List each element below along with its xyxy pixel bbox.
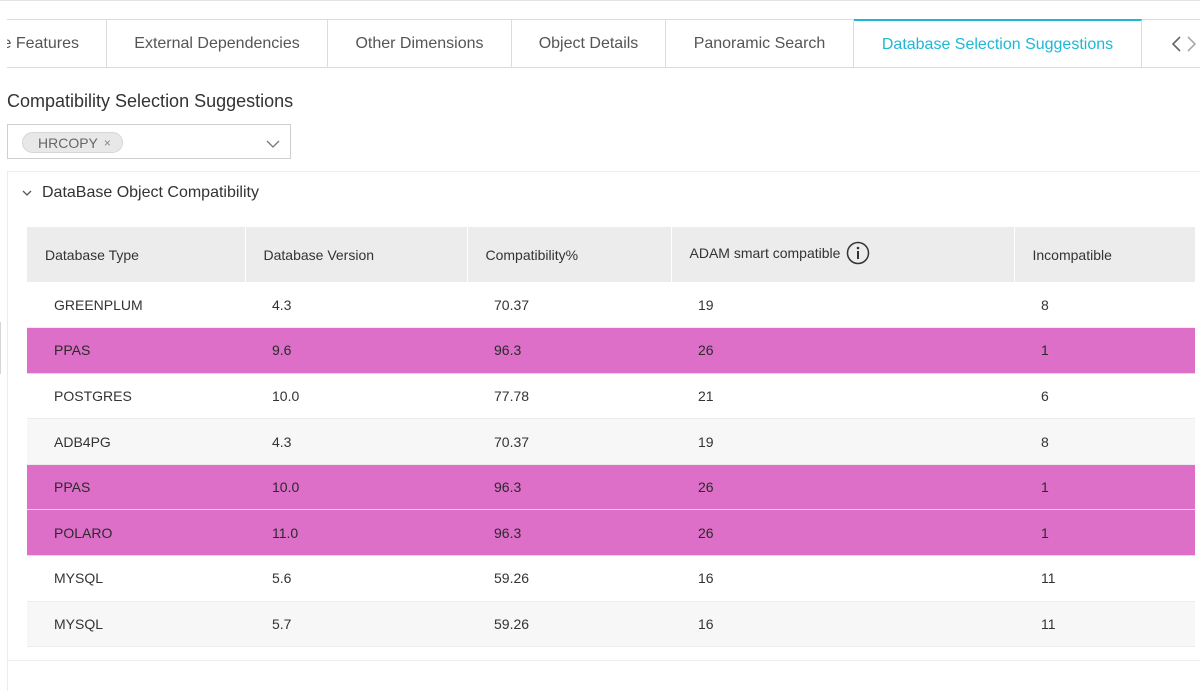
cell-compatibility: 70.37 (467, 282, 671, 329)
cell-adam-smart-compatible: 26 (671, 327, 1014, 374)
tab-label: Panoramic Search (693, 34, 826, 52)
table-row[interactable]: PPAS 10.0 96.3 26 1 (27, 464, 1195, 511)
tab-label: Database Selection Suggestions (881, 35, 1114, 53)
cell-incompatible: 6 (1014, 373, 1195, 420)
header-database-type: Database Type (27, 227, 246, 282)
cell-database-version: 5.6 (245, 555, 467, 602)
cell-incompatible: 1 (1014, 509, 1195, 557)
table-row[interactable]: MYSQL 5.6 59.26 16 11 (27, 555, 1195, 602)
table-row[interactable]: POSTGRES 10.0 77.78 21 6 (27, 373, 1195, 420)
cell-database-type: ADB4PG (27, 418, 245, 465)
tab-external-dependencies[interactable]: External Dependencies (107, 19, 328, 67)
tab-label: Other Dimensions (355, 34, 484, 52)
left-edge-marker (0, 322, 1, 374)
table-row[interactable]: ADB4PG 4.3 70.37 19 8 (27, 418, 1195, 465)
bottom-divider (7, 660, 1200, 661)
chevron-down-icon[interactable] (266, 136, 280, 154)
tab-features[interactable]: e Features (7, 19, 107, 67)
panel-header[interactable]: DataBase Object Compatibility (22, 184, 259, 202)
cell-compatibility: 96.3 (467, 464, 671, 511)
cell-compatibility: 96.3 (467, 327, 671, 374)
database-select[interactable]: HRCOPY × (7, 124, 291, 159)
cell-adam-smart-compatible: 19 (671, 282, 1014, 329)
cell-adam-smart-compatible: 16 (671, 555, 1014, 602)
info-icon[interactable] (846, 241, 870, 268)
cell-compatibility: 96.3 (467, 509, 671, 557)
header-adam-label: ADAM smart compatible (689, 245, 841, 262)
cell-adam-smart-compatible: 26 (671, 509, 1014, 557)
cell-compatibility: 70.37 (467, 418, 671, 465)
cell-incompatible: 1 (1014, 464, 1195, 511)
chevron-down-icon (22, 184, 32, 202)
cell-compatibility: 77.78 (467, 373, 671, 420)
table-header-row: Database Type Database Version Compatibi… (27, 227, 1196, 282)
header-compatibility: Compatibility% (467, 227, 672, 282)
tab-label: Object Details (538, 34, 639, 52)
table-row[interactable]: PPAS 9.6 96.3 26 1 (27, 327, 1195, 374)
tab-database-selection-suggestions[interactable]: Database Selection Suggestions (854, 19, 1142, 68)
cell-incompatible: 11 (1014, 555, 1195, 602)
tab-label: e Features (7, 34, 79, 52)
chevron-left-icon[interactable] (1170, 35, 1182, 53)
cell-database-version: 9.6 (245, 327, 467, 374)
table-row[interactable]: MYSQL 5.7 59.26 16 11 (27, 601, 1195, 648)
cell-database-version: 11.0 (245, 509, 467, 557)
tag-label: HRCOPY (38, 134, 98, 151)
tab-scroll-arrows (1142, 19, 1200, 67)
cell-database-type: PPAS (27, 327, 245, 374)
cell-incompatible: 11 (1014, 601, 1195, 648)
cell-database-version: 4.3 (245, 282, 467, 329)
cell-incompatible: 1 (1014, 327, 1195, 374)
header-database-version: Database Version (245, 227, 468, 282)
tabs-divider (7, 67, 1200, 68)
cell-compatibility: 59.26 (467, 555, 671, 602)
table-row[interactable]: GREENPLUM 4.3 70.37 19 8 (27, 282, 1195, 329)
tab-object-details[interactable]: Object Details (512, 19, 666, 67)
cell-incompatible: 8 (1014, 418, 1195, 465)
cell-database-version: 10.0 (245, 373, 467, 420)
cell-database-version: 4.3 (245, 418, 467, 465)
cell-database-type: PPAS (27, 464, 245, 511)
panel-title: DataBase Object Compatibility (42, 184, 259, 201)
tab-panoramic-search[interactable]: Panoramic Search (666, 19, 854, 67)
cell-database-type: GREENPLUM (27, 282, 245, 329)
cell-database-type: POLARO (27, 509, 245, 557)
chevron-right-icon[interactable] (1186, 35, 1198, 53)
table-row[interactable]: POLARO 11.0 96.3 26 1 (27, 509, 1195, 557)
cell-adam-smart-compatible: 16 (671, 601, 1014, 648)
selected-tag: HRCOPY × (22, 132, 123, 153)
header-incompatible: Incompatible (1014, 227, 1196, 282)
cell-compatibility: 59.26 (467, 601, 671, 648)
tab-label: External Dependencies (134, 34, 300, 52)
cell-database-version: 5.7 (245, 601, 467, 648)
cell-adam-smart-compatible: 26 (671, 464, 1014, 511)
compatibility-table: Database Type Database Version Compatibi… (27, 227, 1196, 648)
cell-database-type: MYSQL (27, 555, 245, 602)
section-title: Compatibility Selection Suggestions (7, 91, 294, 111)
cell-database-version: 10.0 (245, 464, 467, 511)
tab-other-dimensions[interactable]: Other Dimensions (328, 19, 512, 67)
cell-adam-smart-compatible: 19 (671, 418, 1014, 465)
top-border (0, 0, 1200, 1)
cell-database-type: MYSQL (27, 601, 245, 648)
cell-adam-smart-compatible: 21 (671, 373, 1014, 420)
header-adam-smart-compatible: ADAM smart compatible (671, 227, 1015, 282)
close-icon[interactable]: × (104, 136, 111, 150)
cell-database-type: POSTGRES (27, 373, 245, 420)
cell-incompatible: 8 (1014, 282, 1195, 329)
